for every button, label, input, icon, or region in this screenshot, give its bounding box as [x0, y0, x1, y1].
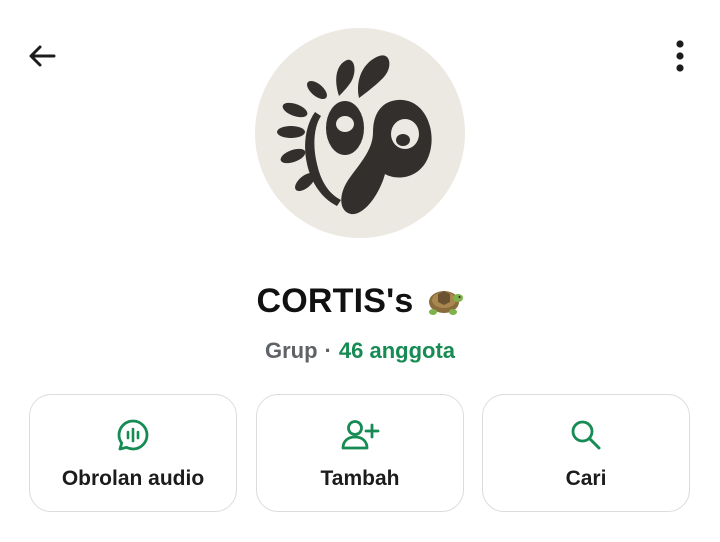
back-button[interactable] — [18, 32, 66, 80]
add-person-icon — [341, 420, 380, 450]
audio-chat-icon — [117, 419, 149, 451]
separator-dot: · — [324, 338, 332, 363]
group-name: CORTIS's — [256, 281, 414, 320]
group-type-label: Grup — [264, 338, 318, 363]
add-member-label: Tambah — [320, 467, 400, 490]
group-title-row: CORTIS's — [0, 276, 720, 326]
group-logo-image — [277, 55, 432, 215]
more-vertical-icon — [676, 40, 684, 72]
group-avatar[interactable] — [255, 28, 465, 238]
arrow-left-icon — [29, 45, 56, 67]
more-options-button[interactable] — [656, 32, 704, 80]
audio-chat-button[interactable]: Obrolan audio — [29, 394, 237, 512]
search-label: Cari — [565, 467, 607, 490]
search-button[interactable]: Cari — [482, 394, 690, 512]
turtle-icon — [424, 284, 464, 318]
audio-chat-label: Obrolan audio — [61, 467, 205, 490]
search-icon — [571, 420, 601, 450]
add-member-button[interactable]: Tambah — [256, 394, 464, 512]
action-buttons-row: Obrolan audio Tambah Cari — [0, 394, 720, 514]
members-count-link[interactable]: 46 anggota — [339, 338, 455, 364]
group-subtitle: Grup · 46 anggota — [0, 334, 720, 368]
